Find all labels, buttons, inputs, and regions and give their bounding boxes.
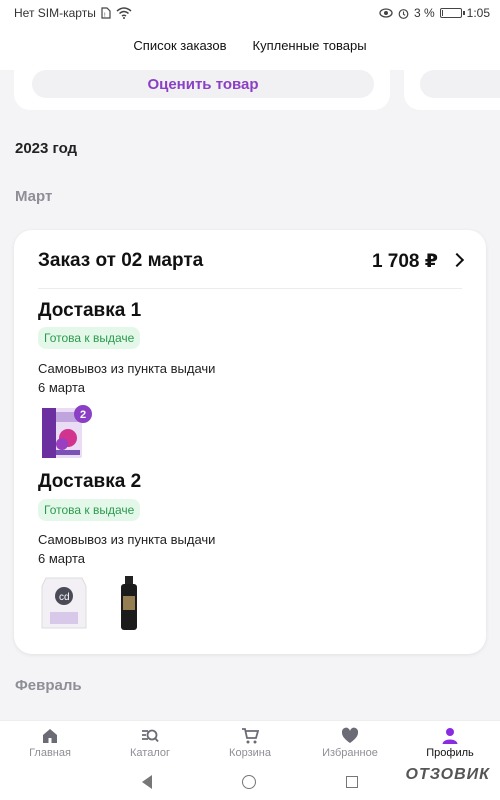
home-circle-icon[interactable] — [242, 775, 256, 789]
battery-percent: 3 % — [413, 6, 435, 20]
delivery-method: Самовывоз из пункта выдачи — [38, 361, 216, 376]
carrier-label: Нет SIM-карты — [14, 6, 96, 20]
eye-comfort-icon — [379, 8, 393, 18]
month-header-february: Февраль — [15, 677, 82, 694]
nav-label: Главная — [29, 746, 71, 759]
cart-icon — [242, 727, 259, 743]
nav-favorites[interactable]: Избранное — [300, 721, 400, 764]
month-header-march: Март — [15, 188, 53, 205]
battery-level-fill — [441, 10, 443, 16]
svg-text:cd: cd — [59, 592, 70, 603]
battery-icon — [439, 8, 465, 18]
catalog-search-icon — [142, 729, 159, 742]
status-badge: Готова к выдаче — [38, 499, 141, 521]
profile-icon — [442, 727, 458, 744]
clock: 1:05 — [466, 6, 490, 20]
year-header: 2023 год — [15, 140, 78, 157]
delivery-method: Самовывоз из пункта выдачи — [38, 532, 216, 547]
bottom-navigation: Главная Каталог Корзина Избранное Профил… — [0, 720, 500, 764]
sim-icon: ! — [101, 7, 111, 19]
watermark: ОТЗОВИК — [405, 766, 490, 783]
nav-home[interactable]: Главная — [0, 721, 100, 764]
delivery-date: 6 марта — [38, 551, 85, 566]
rate-product-button[interactable]: Оценить товар — [32, 70, 374, 98]
divider — [38, 288, 462, 289]
product-thumbnail[interactable]: 2 — [40, 402, 94, 460]
nav-label: Избранное — [322, 746, 378, 759]
order-card[interactable]: Заказ от 02 марта 1 708 ₽ Доставка 1 Гот… — [14, 230, 486, 654]
nav-catalog[interactable]: Каталог — [100, 721, 200, 764]
product-thumbnail[interactable] — [114, 574, 144, 632]
back-icon[interactable] — [142, 775, 152, 789]
status-bar: Нет SIM-карты ! 3 % 1:05 — [0, 0, 500, 26]
rate-product-button-peek[interactable] — [420, 70, 500, 98]
status-badge: Готова к выдаче — [38, 327, 141, 349]
delivery-date: 6 марта — [38, 380, 85, 395]
home-icon — [43, 728, 57, 743]
delivery-title: Доставка 1 — [38, 300, 142, 321]
alarm-icon — [398, 8, 409, 19]
status-bar-left: Нет SIM-карты ! — [14, 6, 132, 20]
order-title: Заказ от 02 марта — [38, 250, 204, 271]
product-thumbnail[interactable]: cd — [38, 574, 90, 632]
order-total: 1 708 ₽ — [371, 251, 438, 272]
wifi-icon — [116, 7, 132, 19]
nav-label: Каталог — [130, 746, 170, 759]
nav-cart[interactable]: Корзина — [200, 721, 300, 764]
chevron-right-icon[interactable] — [449, 252, 465, 268]
heart-icon — [341, 727, 359, 743]
status-bar-right: 3 % 1:05 — [379, 6, 490, 20]
recent-apps-icon[interactable] — [346, 776, 358, 788]
product-quantity-badge: 2 — [80, 409, 86, 421]
nav-label: Корзина — [229, 746, 271, 759]
nav-profile[interactable]: Профиль — [400, 721, 500, 764]
nav-label: Профиль — [426, 746, 474, 759]
delivery-title: Доставка 2 — [38, 471, 142, 492]
